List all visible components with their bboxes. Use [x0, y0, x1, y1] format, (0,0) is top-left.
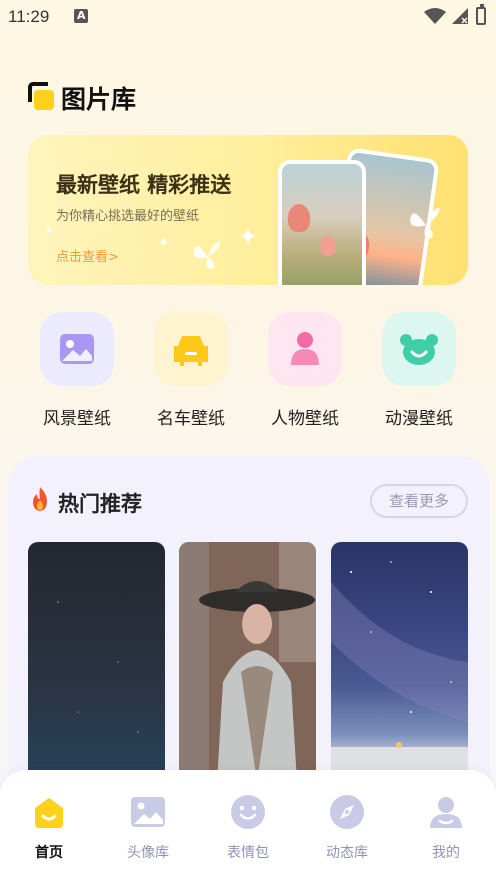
tab-avatars[interactable]: 头像库 [108, 794, 188, 862]
wifi-icon [424, 8, 446, 24]
banner-photo-front [278, 160, 366, 285]
banner-cta-link[interactable]: 点击查看> [56, 246, 119, 265]
sparkle-icon: ✦ [238, 223, 259, 251]
notification-icon: A [74, 9, 88, 23]
category-label: 人物壁纸 [271, 409, 339, 429]
tab-home[interactable]: 首页 [9, 794, 89, 862]
app-title: 图片库 [61, 85, 137, 114]
fire-icon [33, 487, 47, 511]
category-tile[interactable] [154, 312, 228, 386]
category-landscape[interactable]: 风景壁纸 [37, 312, 117, 429]
category-cars[interactable]: 名车壁纸 [151, 312, 231, 429]
tab-label: 表情包 [227, 845, 269, 861]
category-anime[interactable]: 动漫壁纸 [379, 312, 459, 429]
category-tile[interactable] [268, 312, 342, 386]
image-icon [131, 797, 165, 827]
bear-icon [400, 334, 438, 365]
night-sky-image [57, 601, 139, 733]
tab-label: 头像库 [127, 845, 169, 861]
wallpaper-thumbnail[interactable] [331, 542, 468, 782]
tab-animated[interactable]: 动态库 [307, 794, 387, 862]
tab-stickers[interactable]: 表情包 [208, 794, 288, 862]
battery-icon [476, 4, 486, 25]
wallpaper-thumbnail[interactable] [179, 542, 316, 782]
section-title: 热门推荐 [58, 492, 142, 516]
tab-mine[interactable]: 我的 [406, 794, 486, 862]
notification-letter: A [77, 9, 86, 22]
signal-icon [452, 8, 468, 24]
fashion-hat-image [179, 542, 316, 782]
tab-label: 动态库 [326, 845, 368, 861]
category-label: 动漫壁纸 [385, 409, 453, 429]
butterfly-icon [193, 241, 221, 269]
sparkle-icon: ✦ [158, 235, 170, 251]
banner-subtitle: 为你精心挑选最好的壁纸 [56, 209, 200, 224]
butterfly-icon [410, 207, 440, 239]
smiley-icon [231, 795, 265, 829]
category-tile[interactable] [382, 312, 456, 386]
tab-label: 我的 [432, 845, 460, 861]
category-people[interactable]: 人物壁纸 [265, 312, 345, 429]
app-logo-icon [28, 82, 54, 110]
category-label: 风景壁纸 [43, 409, 111, 429]
person-icon [291, 332, 319, 365]
sparkle-icon: ✦ [44, 223, 55, 237]
user-icon [430, 797, 462, 828]
milky-way-image [331, 561, 468, 782]
view-more-button[interactable]: 查看更多 [370, 484, 468, 518]
category-tile[interactable] [40, 312, 114, 386]
wallpaper-thumbnail[interactable] [28, 542, 165, 782]
status-time: 11:29 [8, 7, 50, 26]
compass-icon [330, 795, 364, 829]
bottom-tab-bar: 首页 头像库 表情包 动态库 我的 [0, 770, 496, 881]
landscape-icon [60, 334, 94, 364]
category-label: 名车壁纸 [157, 409, 225, 429]
tab-label: 首页 [35, 845, 63, 861]
car-icon [174, 336, 208, 366]
promo-banner[interactable]: 最新壁纸 精彩推送 为你精心挑选最好的壁纸 点击查看> ✦ ✦ ✦ [28, 135, 468, 285]
status-bar: 11:29 A [0, 0, 496, 34]
banner-headline: 最新壁纸 精彩推送 [56, 173, 232, 197]
home-icon [35, 798, 63, 828]
